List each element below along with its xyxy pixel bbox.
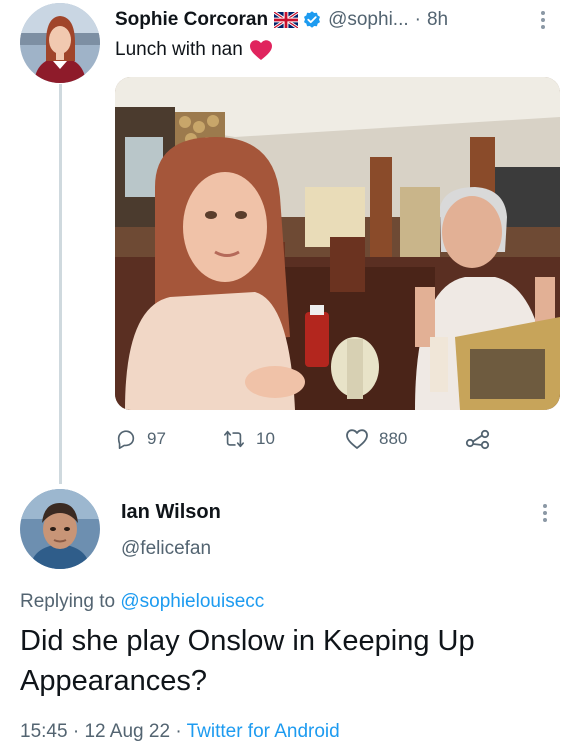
avatar-ian[interactable]: [20, 489, 100, 569]
replying-prefix: Replying to: [20, 591, 116, 612]
retweet-icon: [224, 430, 244, 448]
tweet-time[interactable]: 8h: [427, 9, 448, 31]
meta-separator-1: ·: [72, 721, 80, 742]
reply-author-name[interactable]: Ian Wilson: [121, 501, 221, 524]
meta-separator-2: ·: [175, 721, 182, 742]
reply-date[interactable]: 12 Aug 22: [84, 721, 170, 742]
reply-text: Did she play Onslow in Keeping Up Appear…: [20, 625, 475, 697]
avatar-sophie[interactable]: [20, 3, 100, 83]
share-icon: [465, 429, 490, 450]
tweet-actions: 97 10 880: [115, 425, 560, 455]
replying-mention-link[interactable]: @sophielouisecc: [120, 591, 264, 612]
red-heart-icon: [249, 39, 273, 61]
reply-meta: 15:45 · 12 Aug 22 · Twitter for Android: [20, 721, 340, 743]
thread-connector-line: [59, 84, 62, 484]
like-action[interactable]: 880: [345, 428, 407, 450]
reply-author-handle[interactable]: @felicefan: [121, 538, 211, 560]
reply-count: 97: [147, 429, 166, 448]
tweet-text: Lunch with nan: [115, 39, 273, 61]
heart-outline-icon: [346, 429, 368, 449]
reply-icon: [117, 430, 135, 449]
header-separator: ·: [414, 9, 421, 30]
verified-badge-icon: [302, 10, 322, 30]
more-options-icon[interactable]: [540, 10, 546, 30]
reply-time[interactable]: 15:45: [20, 721, 68, 742]
like-count: 880: [379, 429, 408, 448]
retweet-count: 10: [256, 429, 275, 448]
author-handle[interactable]: @sophi...: [328, 9, 409, 31]
reply-source-link[interactable]: Twitter for Android: [187, 721, 340, 742]
tweet-header: Sophie Corcoran @sophi... · 8h: [115, 6, 565, 34]
uk-flag-icon: [273, 10, 299, 30]
tweet-photo[interactable]: [115, 77, 560, 410]
reply-more-options-icon[interactable]: [542, 503, 548, 523]
reply-action[interactable]: 97: [115, 428, 166, 450]
retweet-action[interactable]: 10: [222, 428, 275, 450]
share-action[interactable]: [465, 428, 501, 450]
author-name[interactable]: Sophie Corcoran: [115, 9, 268, 31]
replying-to-line: Replying to @sophielouisecc: [20, 591, 264, 613]
tweet-text-content: Lunch with nan: [115, 39, 243, 60]
